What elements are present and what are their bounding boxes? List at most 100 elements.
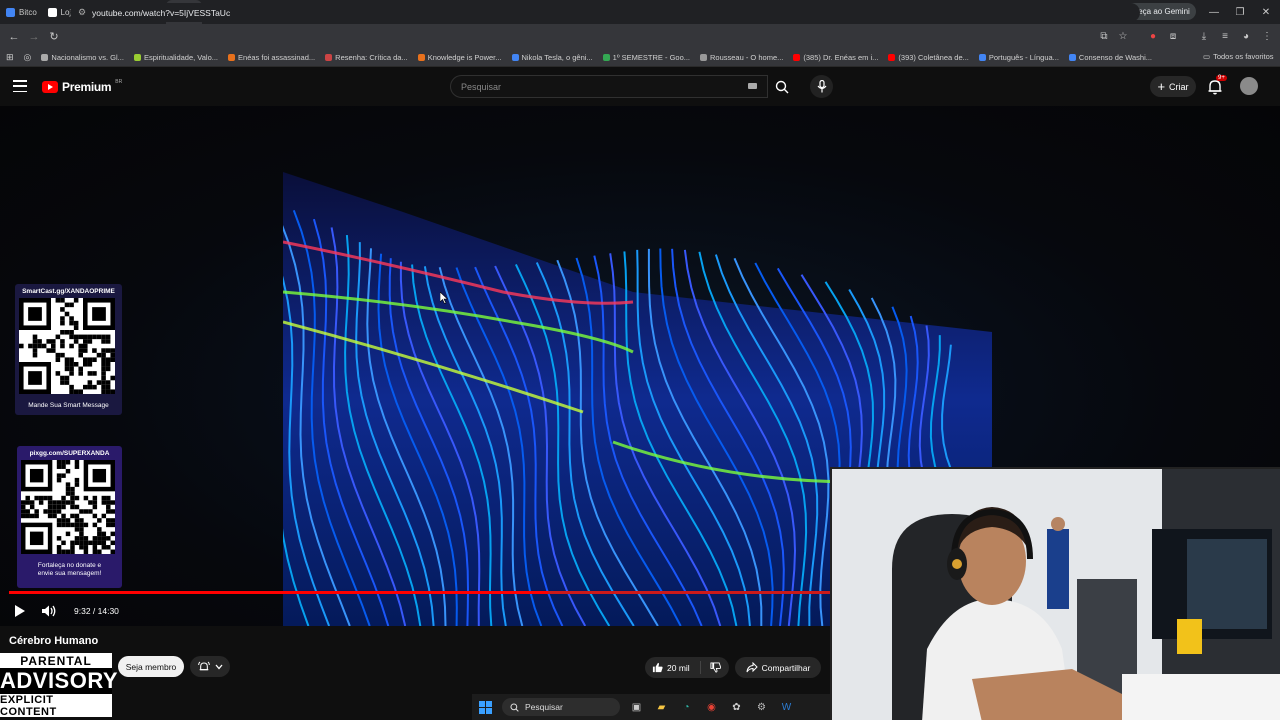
qr-module xyxy=(56,500,62,505)
back-icon[interactable]: ← xyxy=(4,27,24,47)
media-control-icon[interactable]: ≡ xyxy=(1217,28,1233,44)
qr-module xyxy=(83,509,89,514)
qr-module xyxy=(56,536,62,541)
install-app-icon[interactable]: ⧉ xyxy=(1096,28,1112,44)
reload-icon[interactable]: ↻ xyxy=(44,27,64,47)
qr-module xyxy=(21,509,26,514)
bookmark-item[interactable]: Rousseau - O home... xyxy=(700,53,783,62)
search-input[interactable]: Pesquisar xyxy=(450,75,768,98)
bookmark-item[interactable]: Resenha: Crítica da... xyxy=(325,53,408,62)
volume-icon[interactable] xyxy=(41,604,57,618)
qr-module xyxy=(60,307,65,312)
bookmark-item[interactable]: Enéas foi assassinad... xyxy=(228,53,315,62)
create-button[interactable]: + Criar xyxy=(1150,76,1196,97)
qr-card-pixgg[interactable]: pixgg.com/SUPERXANDA Fortaleça no donate… xyxy=(17,446,122,588)
download-icon[interactable]: ⤓ xyxy=(1196,28,1212,44)
search-icon xyxy=(775,80,789,93)
bookmark-item[interactable]: Espiritualidade, Valo... xyxy=(133,53,218,62)
bookmark-item[interactable]: Português - Língua... xyxy=(978,53,1059,62)
qr-module xyxy=(87,357,93,362)
qr-module xyxy=(69,343,74,349)
keyboard-icon[interactable] xyxy=(748,83,757,89)
extension-icon[interactable]: ● xyxy=(1145,28,1161,44)
search-button[interactable] xyxy=(768,75,796,98)
profile-icon[interactable]: ◕ xyxy=(1238,28,1254,44)
apps-grid-icon[interactable]: ⊞ xyxy=(6,52,14,63)
extensions-puzzle-icon[interactable]: ⧈ xyxy=(1165,28,1181,44)
qr-code-image xyxy=(19,298,115,394)
qr-module xyxy=(74,513,80,519)
close-window-icon[interactable]: ✕ xyxy=(1252,0,1280,24)
qr-module xyxy=(101,352,106,358)
chrome-icon[interactable]: ◉ xyxy=(703,699,720,716)
voice-search-button[interactable] xyxy=(810,75,833,98)
qr-module xyxy=(29,504,35,510)
site-info-icon[interactable]: ⚙ xyxy=(78,7,86,18)
bookmark-item[interactable]: (393) Coletânea de... xyxy=(888,53,969,62)
video-title: Cérebro Humano xyxy=(9,635,99,647)
join-membership-button[interactable]: Seja membro xyxy=(118,656,184,677)
qr-module xyxy=(69,384,74,390)
qr-module xyxy=(110,509,115,514)
qr-module xyxy=(32,352,38,358)
qr-module xyxy=(69,302,74,308)
share-arrow-icon xyxy=(746,662,758,673)
qr-module xyxy=(92,540,98,546)
qr-module xyxy=(73,320,79,326)
qr-module xyxy=(92,504,98,510)
menu-kebab-icon[interactable]: ⋮ xyxy=(1259,28,1275,44)
task-view-icon[interactable]: ▣ xyxy=(628,699,645,716)
qr-module xyxy=(74,477,80,483)
qr-module xyxy=(61,504,66,510)
youtube-logo[interactable]: Premium BR xyxy=(42,79,122,94)
qr-card-smartcast[interactable]: SmartCast.gg/XANDAOPRIME Mande Sua Smart… xyxy=(15,284,122,415)
browser-tab[interactable]: Bitco xyxy=(0,0,42,24)
progress-bar[interactable] xyxy=(9,591,831,594)
word-icon[interactable]: W xyxy=(778,699,795,716)
qr-module xyxy=(32,348,38,353)
bookmark-item[interactable]: Nacionalismo vs. Gl... xyxy=(41,53,124,62)
play-icon[interactable] xyxy=(12,604,26,618)
file-explorer-icon[interactable]: ▰ xyxy=(653,699,670,716)
all-bookmarks-folder[interactable]: ▭ Todos os favoritos xyxy=(1203,52,1274,61)
subscription-bell-button[interactable] xyxy=(190,656,230,677)
bookmark-item[interactable]: 1º SEMESTRE - Goo... xyxy=(602,53,690,62)
chevron-down-icon xyxy=(215,664,222,669)
qr-pixgg-title: pixgg.com/SUPERXANDA xyxy=(29,450,110,457)
url-field[interactable]: ⚙ youtube.com/watch?v=5IjVESSTaUc xyxy=(70,3,1140,22)
forward-icon[interactable]: → xyxy=(24,27,44,47)
taskbar-search[interactable]: Pesquisar xyxy=(502,698,620,716)
bookmark-item[interactable]: Knowledge is Power... xyxy=(417,53,502,62)
qr-module xyxy=(97,531,102,537)
globe-icon[interactable]: ◎ xyxy=(24,52,32,63)
bookmark-star-icon[interactable]: ☆ xyxy=(1115,28,1131,44)
bookmark-item[interactable]: Consenso de Washi... xyxy=(1068,53,1152,62)
qr-module xyxy=(52,509,57,514)
qr-module xyxy=(65,468,71,474)
edge-icon[interactable]: ◔ xyxy=(678,699,695,716)
app-icon[interactable]: ✿ xyxy=(728,699,745,716)
bookmark-item[interactable]: (385) Dr. Enéas em i... xyxy=(793,53,878,62)
maximize-icon[interactable]: ❐ xyxy=(1226,0,1254,24)
avatar[interactable] xyxy=(1240,77,1258,95)
qr-module xyxy=(79,536,84,541)
qr-module xyxy=(78,371,83,376)
qr-module xyxy=(74,504,80,510)
dislike-button[interactable] xyxy=(701,662,729,673)
qr-module xyxy=(64,366,70,372)
qr-module xyxy=(69,316,74,321)
qr-module xyxy=(105,384,111,390)
qr-finder-module xyxy=(28,371,42,385)
advisory-line2: ADVISORY xyxy=(0,668,119,694)
like-button[interactable]: 20 mil xyxy=(645,661,701,674)
minimize-icon[interactable]: — xyxy=(1200,0,1228,24)
windows-start-icon[interactable] xyxy=(477,699,494,716)
hamburger-menu-icon[interactable] xyxy=(13,80,27,92)
share-button[interactable]: Compartilhar xyxy=(735,657,821,678)
qr-module xyxy=(65,500,71,505)
youtube-header: Premium BR Pesquisar + Criar 9+ xyxy=(0,67,1280,106)
bookmark-item[interactable]: Nikola Tesla, o gêni... xyxy=(511,53,593,62)
screen: BitcoLojaPixGSma(✕(499(499Supe(9+)AjudCi… xyxy=(0,0,1280,720)
settings-gear-icon[interactable]: ⚙ xyxy=(753,699,770,716)
logo-text: Premium xyxy=(62,80,112,94)
